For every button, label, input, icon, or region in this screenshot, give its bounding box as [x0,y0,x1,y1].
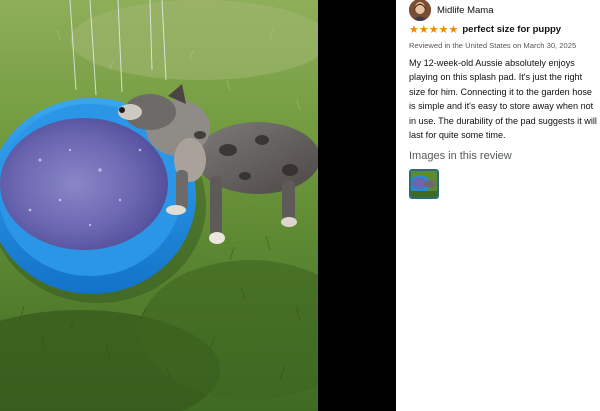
star-icon: ★ [448,23,459,36]
images-in-review-heading: Images in this review [409,150,512,162]
review-photo [0,0,318,411]
review-body: My 12-week-old Aussie absolutely enjoys … [409,58,597,141]
review-panel: Midlife Mama ★ ★ ★ ★ ★ perfect size for … [396,0,600,411]
puppy-splash-pad-photo [0,0,318,411]
star-icon: ★ [428,23,439,36]
reviewer-profile[interactable]: Midlife Mama [409,0,494,21]
review-image-thumbnail[interactable] [409,169,439,199]
thumbnail-photo-icon [411,171,437,197]
review-date: Reviewed in the United States on March 3… [409,41,577,50]
review-image-viewer: Midlife Mama ★ ★ ★ ★ ★ perfect size for … [0,0,600,411]
star-icon: ★ [409,23,419,36]
viewer-divider [318,0,396,411]
avatar[interactable] [409,0,431,21]
star-rating: ★ ★ ★ ★ ★ [409,24,458,35]
reviewer-name[interactable]: Midlife Mama [437,5,494,16]
avatar-photo-icon [409,0,431,21]
star-icon: ★ [438,23,449,36]
rating-row: ★ ★ ★ ★ ★ perfect size for puppy [409,24,561,35]
review-title[interactable]: perfect size for puppy [462,24,561,35]
star-icon: ★ [418,23,429,36]
